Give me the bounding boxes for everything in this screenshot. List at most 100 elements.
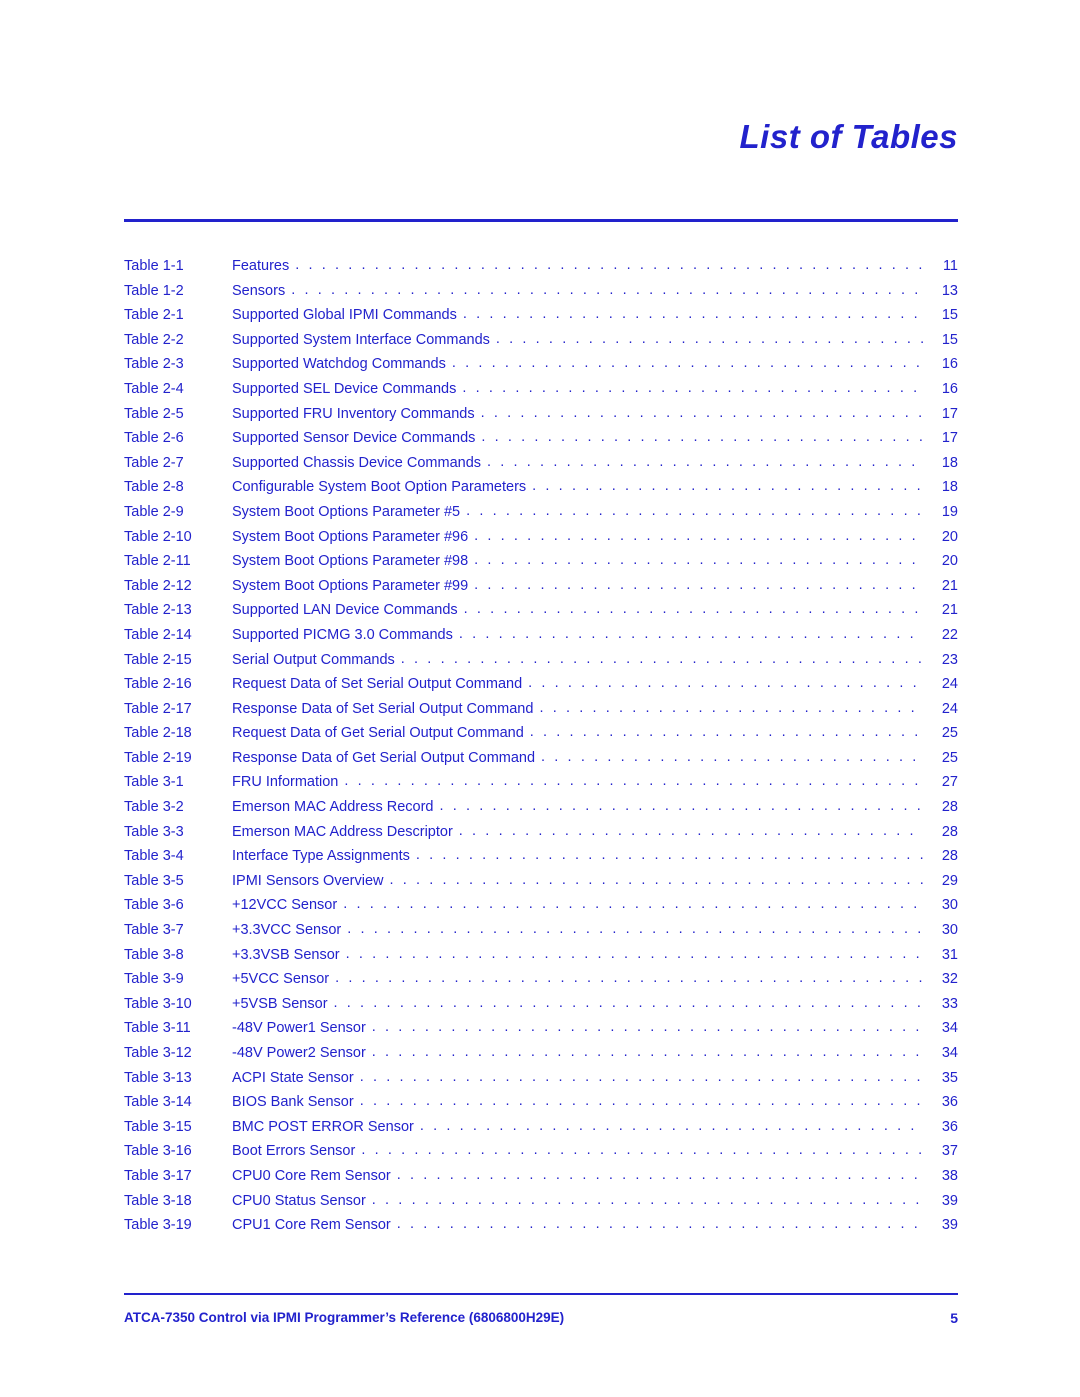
toc-entry-title: IPMI Sensors Overview	[232, 872, 384, 889]
toc-leader-dots: . . . . . . . . . . . . . . . . . . . . …	[539, 699, 924, 716]
toc-entry[interactable]: Table 2-6 Supported Sensor Device Command…	[124, 429, 958, 455]
toc-entry-page: 24	[941, 676, 958, 693]
toc-entry-title: Boot Errors Sensor	[232, 1143, 356, 1160]
toc-entry-label: Table 2-7	[124, 454, 184, 471]
toc-entry[interactable]: Table 3-15 BMC POST ERROR Sensor . . . . .…	[124, 1118, 958, 1144]
toc-entry-label: Table 3-13	[124, 1069, 192, 1086]
toc-entry-label: Table 2-10	[124, 528, 192, 545]
toc-entry-title: Features	[232, 258, 290, 274]
toc-entry-label: Table 2-9	[124, 503, 184, 520]
toc-entry-page: 39	[941, 1217, 958, 1234]
toc-leader-dots: . . . . . . . . . . . . . . . . . . . . …	[400, 650, 924, 667]
toc-entry[interactable]: Table 2-4 Supported SEL Device Commands . …	[124, 380, 958, 406]
toc-entry[interactable]: Table 2-19 Response Data of Get Serial Ou…	[124, 748, 958, 775]
toc-entry-label: Table 3-7	[124, 922, 184, 939]
toc-entry[interactable]: Table 2-15 Serial Output Commands . . . . …	[124, 650, 958, 677]
toc-entry-title: CPU0 Core Rem Sensor	[232, 1167, 391, 1184]
toc-entry-label: Table 2-18	[124, 725, 192, 742]
toc-entry[interactable]: Table 3-10 +5VSB Sensor . . . . . . . . . …	[124, 995, 958, 1021]
toc-entry[interactable]: Table 2-2 Supported System Interface Comm…	[124, 331, 958, 357]
toc-entry[interactable]: Table 3-18 CPU0 Status Sensor . . . . . . …	[124, 1192, 958, 1218]
toc-entry-page: 13	[941, 282, 958, 299]
toc-entry-label: Table 2-5	[124, 405, 184, 422]
toc-entry-label: Table 3-17	[124, 1167, 192, 1184]
toc-entry[interactable]: Table 1-2 Sensors . . . . . . . . . . . . …	[124, 282, 958, 308]
footer-divider	[124, 1293, 958, 1295]
toc-leader-dots: . . . . . . . . . . . . . . . . . . . . …	[474, 527, 924, 544]
toc-entry[interactable]: Table 2-7 Supported Chassis Device Comman…	[124, 454, 958, 480]
toc-entry[interactable]: Table 1-1 Features . . . . . . . . . . . .…	[124, 257, 958, 283]
toc-entry[interactable]: Table 2-17 Response Data of Set Serial Ou…	[124, 699, 958, 726]
toc-entry-page: 21	[941, 577, 958, 594]
toc-entry-title: Sensors	[232, 282, 286, 299]
toc-entry-label: Table 2-13	[124, 602, 192, 619]
toc-entry[interactable]: Table 3-3 Emerson MAC Address Descriptor.…	[124, 823, 958, 849]
toc-leader-dots: . . . . . . . . . . . . . . . . . . . . …	[347, 921, 924, 938]
toc-entry[interactable]: Table 3-6 +12VCC Sensor . . . . . . . . . …	[124, 896, 958, 922]
toc-entry-label: Table 3-16	[124, 1143, 192, 1160]
toc-entry[interactable]: Table 3-7 +3.3VCC Sensor . . . . . . . . .…	[124, 921, 958, 947]
toc-entry[interactable]: Table 3-12 -48V Power2 Sensor . . . . . . …	[124, 1044, 958, 1070]
toc-entry-label: Table 3-12	[124, 1045, 192, 1061]
toc-entry-page: 25	[941, 725, 958, 742]
toc-entry[interactable]: Table 2-5 Supported FRU Inventory Command…	[124, 405, 958, 431]
toc-leader-dots: . . . . . . . . . . . . . . . . . . . . …	[439, 798, 924, 815]
toc-entry-title: Request Data of Set Serial Output Comman…	[232, 676, 523, 693]
toc-entry[interactable]: Table 2-13 Supported LAN Device Commands.…	[124, 601, 958, 627]
toc-leader-dots: . . . . . . . . . . . . . . . . . . . . …	[361, 1142, 924, 1159]
toc-entry-label: Table 2-6	[124, 430, 184, 447]
toc-entry-label: Table 3-3	[124, 823, 184, 840]
toc-entry-title: Response Data of Set Serial Output Comma…	[232, 700, 534, 717]
toc-entry-title: Supported Sensor Device Commands	[232, 430, 476, 447]
toc-entry-page: 17	[941, 405, 958, 422]
toc-entry-page: 16	[941, 380, 958, 397]
toc-entry[interactable]: Table 3-2 Emerson MAC Address Record . . .…	[124, 798, 958, 824]
toc-leader-dots: . . . . . . . . . . . . . . . . . . . . …	[474, 576, 924, 593]
toc-entry[interactable]: Table 3-17 CPU0 Core Rem Sensor . . . . . …	[124, 1167, 958, 1193]
toc-entry-page: 27	[941, 774, 958, 791]
toc-entry[interactable]: Table 2-16 Request Data of Set Serial Out…	[124, 675, 958, 701]
toc-entry[interactable]: Table 3-16 Boot Errors Sensor . . . . . . …	[124, 1142, 958, 1168]
toc-entry-label: Table 3-4	[124, 848, 184, 865]
toc-entry[interactable]: Table 2-12 System Boot Options Parameter …	[124, 576, 958, 603]
toc-entry[interactable]: Table 3-11 -48V Power1 Sensor . . . . . . …	[124, 1019, 958, 1045]
toc-entry-title: Response Data of Get Serial Output Comma…	[232, 749, 536, 766]
toc-entry[interactable]: Table 3-19 CPU1 Core Rem Sensor . . . . . …	[124, 1216, 958, 1242]
toc-entry-page: 24	[941, 700, 958, 717]
title-divider	[124, 219, 958, 222]
toc-entry-title: FRU Information	[232, 774, 339, 791]
toc-entry[interactable]: Table 3-13 ACPI State Sensor . . . . . . .…	[124, 1069, 958, 1095]
toc-leader-dots: . . . . . . . . . . . . . . . . . . . . …	[541, 748, 924, 765]
toc-entry-label: Table 3-5	[124, 872, 184, 889]
toc-entry[interactable]: Table 3-9 +5VCC Sensor . . . . . . . . . .…	[124, 970, 958, 996]
toc-entry[interactable]: Table 2-8 Configurable System Boot Option…	[124, 478, 958, 504]
toc-entry-label: Table 2-3	[124, 356, 184, 373]
toc-entry[interactable]: Table 2-14 Supported PICMG 3.0 Commands . …	[124, 626, 958, 652]
toc-entry[interactable]: Table 3-1 FRU Information . . . . . . . . …	[124, 773, 958, 799]
toc-entry[interactable]: Table 2-1 Supported Global IPMI Commands.…	[124, 306, 958, 332]
toc-entry-page: 16	[941, 356, 958, 373]
toc-leader-dots: . . . . . . . . . . . . . . . . . . . . …	[463, 601, 924, 618]
toc-entry[interactable]: Table 3-4 Interface Type Assignments . . .…	[124, 847, 958, 873]
toc-entry-page: 25	[941, 749, 958, 766]
toc-entry-page: 33	[941, 995, 958, 1012]
toc-entry[interactable]: Table 3-8 +3.3VSB Sensor . . . . . . . . .…	[124, 946, 958, 972]
toc-leader-dots: . . . . . . . . . . . . . . . . . . . . …	[466, 502, 924, 519]
toc-entry[interactable]: Table 3-14 BIOS Bank Sensor . . . . . . . …	[124, 1093, 958, 1119]
toc-entry-label: Table 3-15	[124, 1118, 192, 1135]
toc-entry[interactable]: Table 2-9 System Boot Options Parameter #…	[124, 502, 958, 529]
toc-leader-dots: . . . . . . . . . . . . . . . . . . . . …	[415, 847, 924, 864]
toc-entry[interactable]: Table 2-3 Supported Watchdog Commands . . …	[124, 355, 958, 381]
toc-entry-page: 23	[941, 651, 958, 668]
toc-entry-title: BMC POST ERROR Sensor	[232, 1118, 414, 1135]
toc-entry[interactable]: Table 3-5 IPMI Sensors Overview . . . . . …	[124, 872, 958, 898]
toc-entry[interactable]: Table 2-10 System Boot Options Parameter …	[124, 527, 958, 554]
toc-entry[interactable]: Table 2-18 Request Data of Get Serial Out…	[124, 724, 958, 750]
toc-entry-label: Table 2-4	[124, 380, 184, 397]
toc-entry-page: 39	[941, 1192, 958, 1209]
toc-entry-title: Configurable System Boot Option Paramete…	[232, 479, 527, 496]
toc-entry-page: 18	[941, 454, 958, 471]
toc-entry[interactable]: Table 2-11 System Boot Options Parameter …	[124, 552, 958, 578]
toc-entry-page: 36	[941, 1118, 958, 1135]
toc-entry-label: Table 2-11	[124, 553, 191, 570]
